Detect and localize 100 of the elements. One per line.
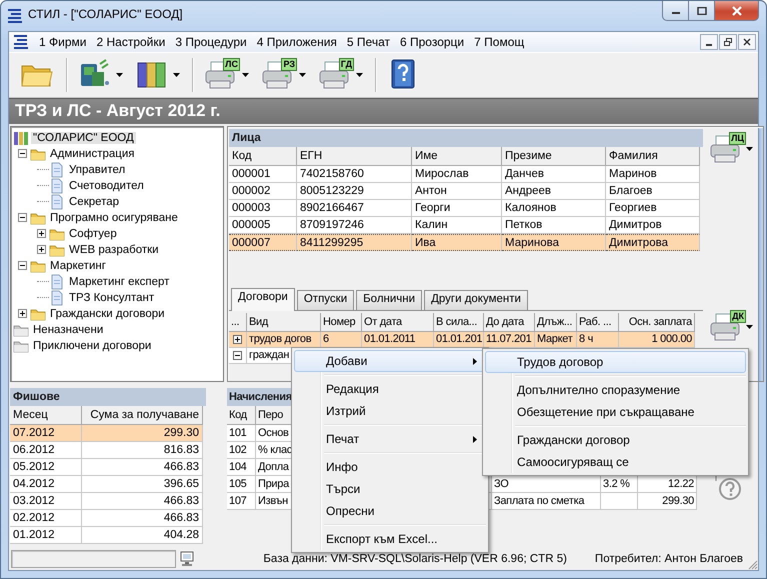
window-title: СТИЛ - ["СОЛАРИС" ЕООД] xyxy=(28,7,183,21)
table-cell: Маркет xyxy=(535,332,577,348)
menu-item[interactable]: 3 Процедури xyxy=(170,32,252,51)
menu-item[interactable]: Инфо xyxy=(294,456,486,478)
table-cell: 11.07.201 xyxy=(484,332,535,348)
close-icon xyxy=(743,38,751,46)
table-cell: трудов догов xyxy=(247,332,321,348)
tree-item[interactable]: Администрация xyxy=(48,148,137,160)
tree-toggle[interactable] xyxy=(18,309,27,318)
table-cell: Димитрова xyxy=(606,234,700,250)
table-cell: 000002 xyxy=(229,182,297,200)
tree-item[interactable]: "СОЛАРИС" ЕООД xyxy=(31,132,136,144)
tree-item[interactable]: Програмно осигуряване xyxy=(48,212,180,224)
tree-item[interactable]: ТРЗ Консултант xyxy=(67,292,156,304)
tree-item[interactable]: Управител xyxy=(67,164,128,176)
table-row[interactable]: 06.2012 816.83 xyxy=(10,442,206,458)
close-button[interactable] xyxy=(738,34,756,50)
table-row[interactable]: 000007 8411299295 Ива Маринова Димитрова xyxy=(229,234,703,250)
table-cell: Маринов xyxy=(606,166,700,182)
menu-item[interactable]: Трудов договор xyxy=(485,351,746,373)
tree-item[interactable]: Софтуер xyxy=(67,228,119,240)
menu-item[interactable]: 7 Помощ xyxy=(469,32,530,51)
table-cell: Петков xyxy=(502,216,606,234)
table-row[interactable]: 000002 8005123229 Антон Андреев Благоев xyxy=(229,182,703,200)
table-cell: 01.01.2011 xyxy=(362,332,434,348)
table-cell: 000001 xyxy=(229,166,297,182)
table-cell: Андреев xyxy=(502,182,606,200)
menu-item[interactable]: 4 Приложения xyxy=(252,32,342,51)
tree-toggle[interactable] xyxy=(37,229,46,238)
table-cell: 000005 xyxy=(229,216,297,234)
row-toggle[interactable] xyxy=(233,334,242,344)
tree-toggle[interactable] xyxy=(37,245,46,254)
tree-item[interactable]: Счетоводител xyxy=(67,180,146,192)
tab[interactable]: Договори xyxy=(231,288,295,310)
print-button[interactable]: ДК xyxy=(709,310,743,344)
close-icon xyxy=(730,6,742,16)
books-icon xyxy=(13,130,29,146)
document-icon xyxy=(49,162,65,178)
column-header: Месец xyxy=(10,406,82,424)
table-cell: 000003 xyxy=(229,200,297,216)
table-row[interactable]: 03.2012 466.83 xyxy=(10,492,206,510)
app-icon xyxy=(7,8,23,24)
table-cell: ЗО xyxy=(492,476,601,492)
table-cell: Георги xyxy=(412,200,502,216)
menu-item[interactable]: 2 Настройки xyxy=(91,32,170,51)
panel-title: Лица xyxy=(229,128,703,146)
table-row[interactable]: 000003 8902166467 Георги Калоянов Георгиев xyxy=(229,200,703,216)
print-button[interactable]: ГД xyxy=(313,56,368,94)
column-header: Осн. заплата xyxy=(619,312,695,332)
print-button[interactable]: ЛС xyxy=(199,56,254,94)
column-header: Име xyxy=(412,146,502,166)
tab[interactable]: Други документи xyxy=(424,290,528,310)
print-button[interactable]: ЛЦ xyxy=(709,132,743,166)
restore-button[interactable] xyxy=(719,34,737,50)
print-button[interactable]: РЗ xyxy=(256,56,311,94)
maximize-button[interactable] xyxy=(689,1,715,21)
tree-item[interactable]: Секретар xyxy=(67,196,122,208)
tree-item[interactable]: WEB разработки xyxy=(67,244,161,256)
tab[interactable]: Болнични xyxy=(356,290,422,310)
table-cell: 000007 xyxy=(229,234,297,250)
document-icon xyxy=(49,194,65,210)
column-header: Вид xyxy=(247,312,321,332)
tree-toggle[interactable] xyxy=(18,261,27,270)
menu-item[interactable]: 1 Фирми xyxy=(34,32,92,51)
table-cell: 105 xyxy=(227,476,256,492)
table-cell: 466.83 xyxy=(82,458,203,476)
table-cell: Калоянов xyxy=(502,200,606,216)
tree-item[interactable]: Приключени договори xyxy=(31,340,154,352)
document-icon xyxy=(49,274,65,290)
table-row[interactable]: 05.2012 466.83 xyxy=(10,458,206,476)
tree-item[interactable]: Неназначени xyxy=(31,324,106,336)
table-row[interactable]: 01.2012 404.28 xyxy=(10,526,206,544)
table-row[interactable]: 04.2012 396.65 xyxy=(10,476,206,492)
database-status: База данни: VM-SRV-SQL\Solaris-Help (VER 6.96; CTR 5) xyxy=(263,553,567,566)
table-row[interactable]: 02.2012 466.83 xyxy=(10,510,206,526)
caret-icon xyxy=(746,324,753,328)
tree-toggle[interactable] xyxy=(18,213,27,222)
menu-item[interactable]: 5 Печат xyxy=(342,32,395,51)
table-cell: 03.2012 xyxy=(10,492,82,510)
tree-item[interactable]: Маркетинг xyxy=(48,260,108,272)
menu-item[interactable]: Експорт към Excel... xyxy=(294,528,486,550)
table-row[interactable]: 07.2012 299.30 xyxy=(10,424,206,442)
minimize-button[interactable] xyxy=(662,1,689,21)
table-row[interactable]: 000005 8709197246 Калин Петков Димитров xyxy=(229,216,703,234)
table-cell: 466.83 xyxy=(82,492,203,510)
row-toggle[interactable] xyxy=(233,350,242,360)
minimize-button[interactable] xyxy=(700,34,718,50)
tree-item[interactable]: Маркетинг експерт xyxy=(67,276,172,288)
table-row[interactable]: 000001 7402158760 Мирослав Данчев Маринов xyxy=(229,166,703,182)
tree-item[interactable]: Граждански договори xyxy=(48,308,167,320)
table-cell: Антон xyxy=(412,182,502,200)
column-header: Раб. ... xyxy=(577,312,619,332)
table-row[interactable]: трудов догов 6 01.01.2011 01.01.201 11.07.201 Маркет 8 ч 1 000.00 xyxy=(229,332,703,348)
table-cell: 8902166467 xyxy=(297,200,412,216)
tab[interactable]: Отпуски xyxy=(296,290,354,310)
table-cell: Заплата по сметка xyxy=(492,492,601,510)
tree-toggle[interactable] xyxy=(18,149,27,158)
menu-item[interactable]: 6 Прозорци xyxy=(395,32,470,51)
table-cell: Ива xyxy=(412,234,502,250)
table-cell: Маринова xyxy=(502,234,606,250)
